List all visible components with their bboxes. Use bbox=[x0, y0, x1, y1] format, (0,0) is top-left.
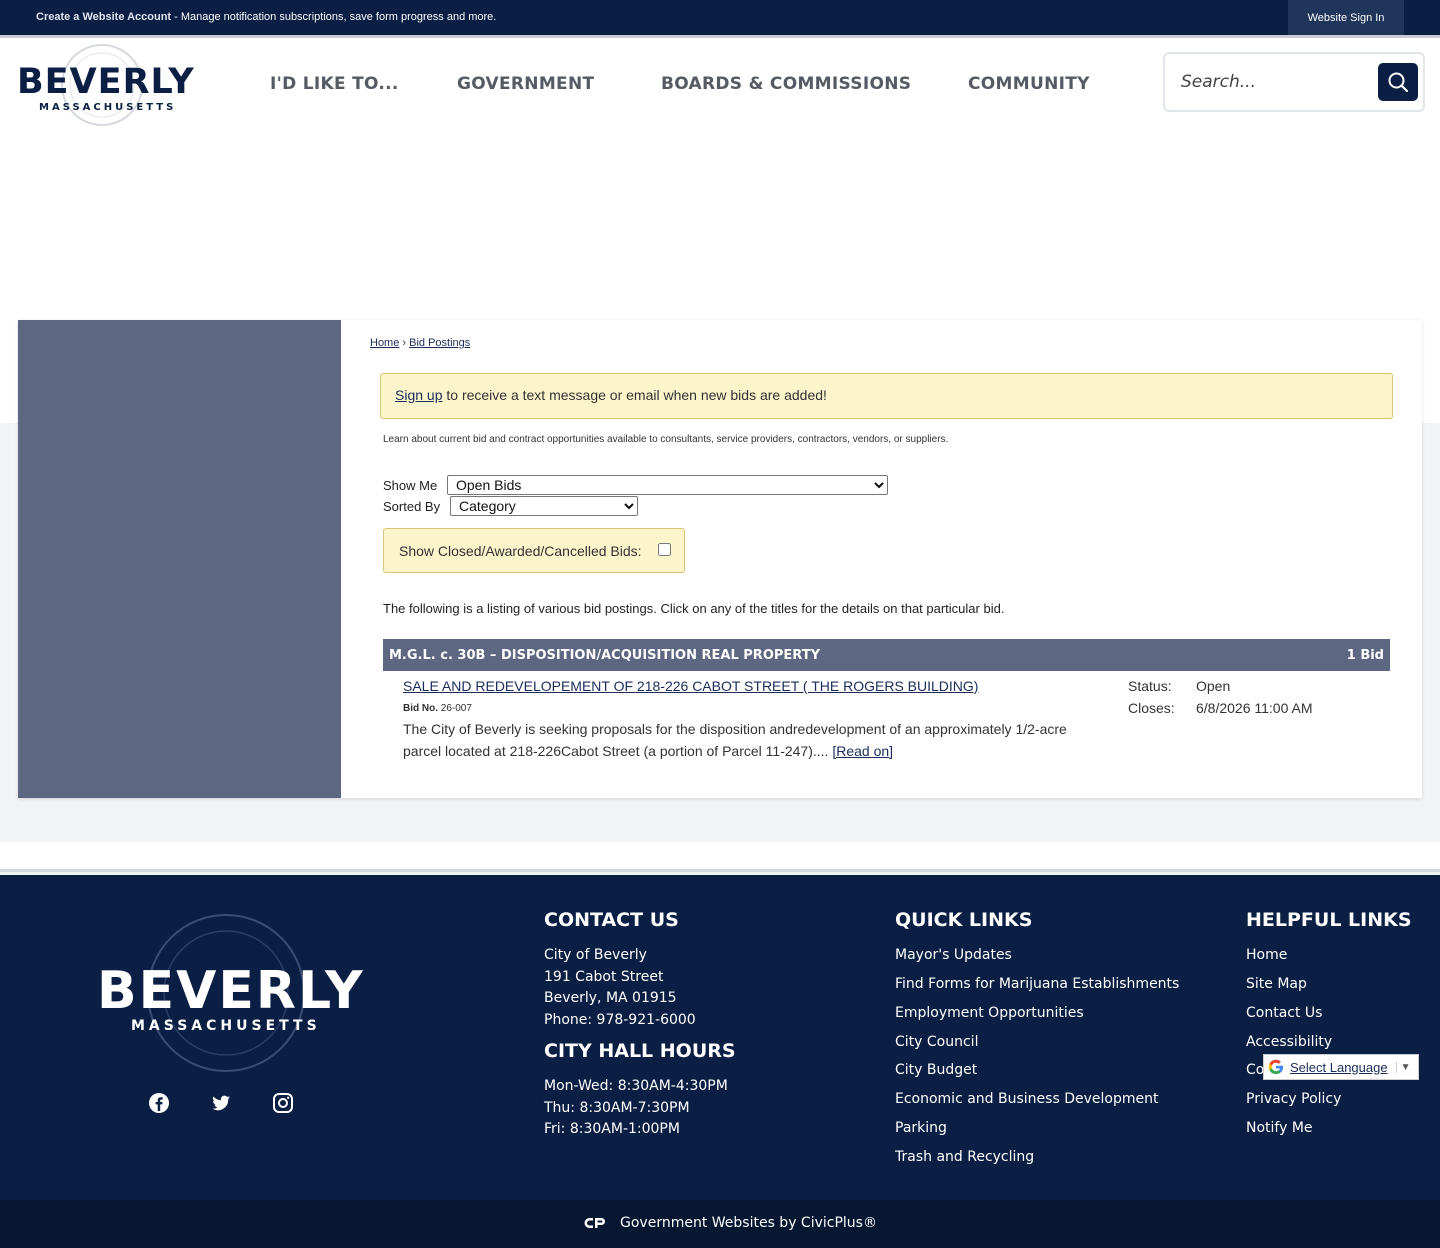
bid-number: Bid No. 26-007 bbox=[403, 703, 472, 714]
breadcrumb-bid-postings[interactable]: Bid Postings bbox=[409, 337, 470, 349]
site-footer: BEVERLY MASSACHUSETTS CONTACT US City of… bbox=[0, 875, 1440, 1200]
logo-wordmark: BEVERLY bbox=[17, 62, 195, 102]
helpful-link[interactable]: Privacy Policy bbox=[1246, 1091, 1341, 1107]
create-account-link[interactable]: Create a Website Account bbox=[36, 11, 171, 23]
closed-bids-label: Show Closed/Awarded/Cancelled Bids: bbox=[399, 543, 642, 559]
sorted-by-select[interactable]: Category bbox=[450, 496, 638, 516]
civicplus-text: Government Websites by CivicPlus® bbox=[620, 1215, 877, 1231]
nav-boards-commissions[interactable]: BOARDS & COMMISSIONS bbox=[661, 74, 911, 94]
site-header: BEVERLY MASSACHUSETTS I'D LIKE TO... GOV… bbox=[0, 35, 1440, 133]
quick-links-heading: QUICK LINKS bbox=[895, 909, 1033, 931]
helpful-link[interactable]: Co bbox=[1246, 1062, 1264, 1078]
signup-notice-text: to receive a text message or email when … bbox=[442, 387, 827, 403]
top-utility-bar: Create a Website Account - Manage notifi… bbox=[0, 0, 1440, 35]
nav-id-like-to[interactable]: I'D LIKE TO... bbox=[270, 74, 399, 94]
category-count: 1 Bid bbox=[1346, 648, 1384, 663]
facebook-icon[interactable] bbox=[147, 1091, 171, 1115]
helpful-link[interactable]: Accessibility bbox=[1246, 1034, 1332, 1050]
quick-link[interactable]: Economic and Business Development bbox=[895, 1091, 1158, 1107]
civicplus-icon bbox=[584, 1218, 605, 1228]
sidebar-panel bbox=[18, 320, 341, 798]
contact-line: City of Beverly bbox=[544, 947, 647, 963]
breadcrumb-home[interactable]: Home bbox=[370, 337, 399, 349]
bid-number-label: Bid No. bbox=[403, 703, 438, 714]
dropdown-arrow-icon: ▼ bbox=[1395, 1061, 1411, 1073]
show-me-select[interactable]: Open Bids bbox=[447, 475, 888, 495]
language-selector[interactable]: Select Language ▼ bbox=[1263, 1054, 1419, 1080]
account-promo-text: - Manage notification subscriptions, sav… bbox=[171, 11, 497, 23]
helpful-link[interactable]: Site Map bbox=[1246, 976, 1307, 992]
bid-description-text: The City of Beverly is seeking proposals… bbox=[403, 721, 1067, 759]
hours-line: Fri: 8:30AM-1:00PM bbox=[544, 1121, 680, 1137]
nav-government[interactable]: GOVERNMENT bbox=[457, 74, 594, 94]
status-value: Open bbox=[1196, 678, 1231, 694]
search-input[interactable] bbox=[1181, 64, 1371, 100]
account-promo: Create a Website Account - Manage notifi… bbox=[36, 11, 496, 23]
breadcrumb-separator: › bbox=[399, 337, 410, 349]
pre-footer-strip bbox=[0, 842, 1440, 872]
closed-bids-filter: Show Closed/Awarded/Cancelled Bids: bbox=[383, 528, 685, 573]
contact-phone: Phone: 978-921-6000 bbox=[544, 1012, 696, 1028]
nav-community[interactable]: COMMUNITY bbox=[968, 74, 1090, 94]
bid-title-link[interactable]: SALE AND REDEVELOPEMENT OF 218-226 CABOT… bbox=[403, 678, 978, 694]
helpful-link[interactable]: Home bbox=[1246, 947, 1287, 963]
footer-bottom-bar: Government Websites by CivicPlus® bbox=[0, 1200, 1440, 1248]
google-icon bbox=[1268, 1059, 1283, 1075]
breadcrumb: Home › Bid Postings bbox=[370, 337, 470, 349]
helpful-links-heading: HELPFUL LINKS bbox=[1246, 909, 1412, 931]
signup-link[interactable]: Sign up bbox=[395, 387, 442, 403]
sign-in-button[interactable]: Website Sign In bbox=[1288, 0, 1404, 35]
footer-logo-wordmark: BEVERLY bbox=[97, 961, 365, 1021]
search-icon bbox=[1388, 72, 1409, 93]
footer-logo-subtitle: MASSACHUSETTS bbox=[131, 1018, 321, 1034]
bid-description: The City of Beverly is seeking proposals… bbox=[403, 718, 1103, 762]
hours-line: Thu: 8:30AM-7:30PM bbox=[544, 1100, 690, 1116]
content-container: Home › Bid Postings Sign up to receive a… bbox=[18, 320, 1422, 798]
search-button[interactable] bbox=[1378, 63, 1418, 101]
quick-link[interactable]: Trash and Recycling bbox=[895, 1149, 1034, 1165]
sorted-by-label: Sorted By bbox=[383, 499, 441, 514]
category-title: M.G.L. c. 30B – DISPOSITION/ACQUISITION … bbox=[389, 648, 820, 663]
quick-link[interactable]: City Budget bbox=[895, 1062, 977, 1078]
quick-link[interactable]: Mayor's Updates bbox=[895, 947, 1012, 963]
status-label: Status: bbox=[1128, 678, 1172, 694]
hours-heading: CITY HALL HOURS bbox=[544, 1040, 736, 1062]
helpful-link[interactable]: Contact Us bbox=[1246, 1005, 1322, 1021]
instagram-icon[interactable] bbox=[271, 1091, 295, 1115]
quick-link[interactable]: City Council bbox=[895, 1034, 978, 1050]
logo-subtitle: MASSACHUSETTS bbox=[39, 102, 177, 113]
civicplus-link[interactable]: Government Websites by CivicPlus® bbox=[584, 1215, 877, 1231]
site-logo[interactable]: BEVERLY MASSACHUSETTS bbox=[15, 42, 195, 128]
contact-line: Beverly, MA 01915 bbox=[544, 990, 677, 1006]
helpful-link[interactable]: Notify Me bbox=[1246, 1120, 1313, 1136]
closes-label: Closes: bbox=[1128, 700, 1175, 716]
contact-heading: CONTACT US bbox=[544, 909, 679, 931]
listing-description: The following is a listing of various bi… bbox=[383, 601, 1005, 616]
read-on-link[interactable]: [Read on] bbox=[832, 743, 893, 759]
closed-bids-checkbox[interactable] bbox=[658, 543, 671, 556]
show-me-label: Show Me bbox=[383, 478, 438, 493]
signup-notice: Sign up to receive a text message or ema… bbox=[380, 373, 1393, 419]
bid-number-value: 26-007 bbox=[440, 703, 472, 714]
quick-link[interactable]: Parking bbox=[895, 1120, 947, 1136]
intro-text: Learn about current bid and contract opp… bbox=[383, 434, 949, 445]
hours-line: Mon-Wed: 8:30AM-4:30PM bbox=[544, 1078, 728, 1094]
quick-link[interactable]: Employment Opportunities bbox=[895, 1005, 1084, 1021]
search-box bbox=[1163, 52, 1425, 112]
footer-logo[interactable]: BEVERLY MASSACHUSETTS bbox=[95, 913, 363, 1075]
twitter-icon[interactable] bbox=[209, 1091, 233, 1115]
contact-line: 191 Cabot Street bbox=[544, 969, 664, 985]
quick-link[interactable]: Find Forms for Marijuana Establishments bbox=[895, 976, 1179, 992]
category-header: M.G.L. c. 30B – DISPOSITION/ACQUISITION … bbox=[383, 639, 1390, 671]
select-language-label: Select Language bbox=[1290, 1059, 1388, 1075]
closes-value: 6/8/2026 11:00 AM bbox=[1196, 700, 1313, 716]
